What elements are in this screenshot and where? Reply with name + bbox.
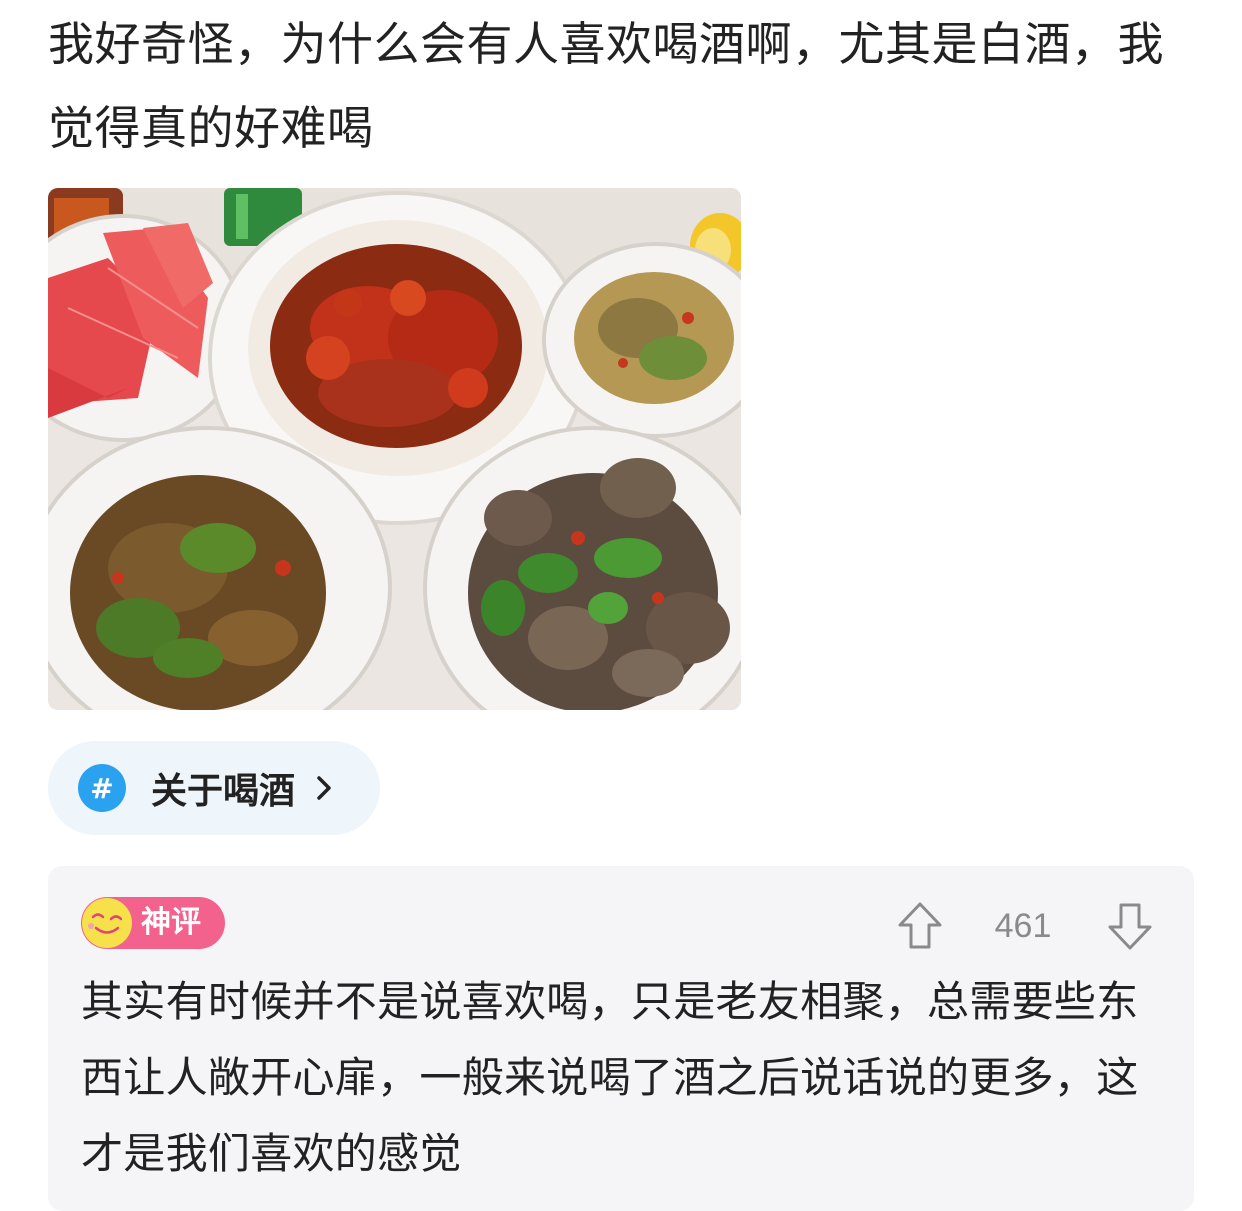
smiley-face-icon xyxy=(82,898,132,948)
featured-comment-badge: 神评 xyxy=(81,897,225,949)
badge-label: 神评 xyxy=(141,905,201,940)
vote-count: 461 xyxy=(994,907,1052,945)
arrow-down-icon[interactable] xyxy=(1107,901,1153,951)
chevron-right-icon xyxy=(315,774,333,802)
comment-text: 其实有时候并不是说喜欢喝，只是老友相聚，总需要些东西让人敞开心扉，一般来说喝了酒… xyxy=(81,977,1139,1178)
food-photo-illustration xyxy=(48,188,741,710)
arrow-up-icon[interactable] xyxy=(897,901,943,951)
post-text: 我好奇怪，为什么会有人喜欢喝酒啊，尤其是白酒，我觉得真的好难喝 xyxy=(48,17,1164,155)
food-photo[interactable] xyxy=(48,188,741,710)
topic-label: 关于喝酒 xyxy=(151,771,296,812)
top-comment-card: 神评 461 其实有时候并不是说喜欢喝，只是老友相聚，总需要些东西让人敞开心扉，… xyxy=(48,866,1194,1211)
hashtag-icon: # xyxy=(78,764,126,812)
topic-tag-button[interactable]: # 关于喝酒 xyxy=(48,741,380,835)
